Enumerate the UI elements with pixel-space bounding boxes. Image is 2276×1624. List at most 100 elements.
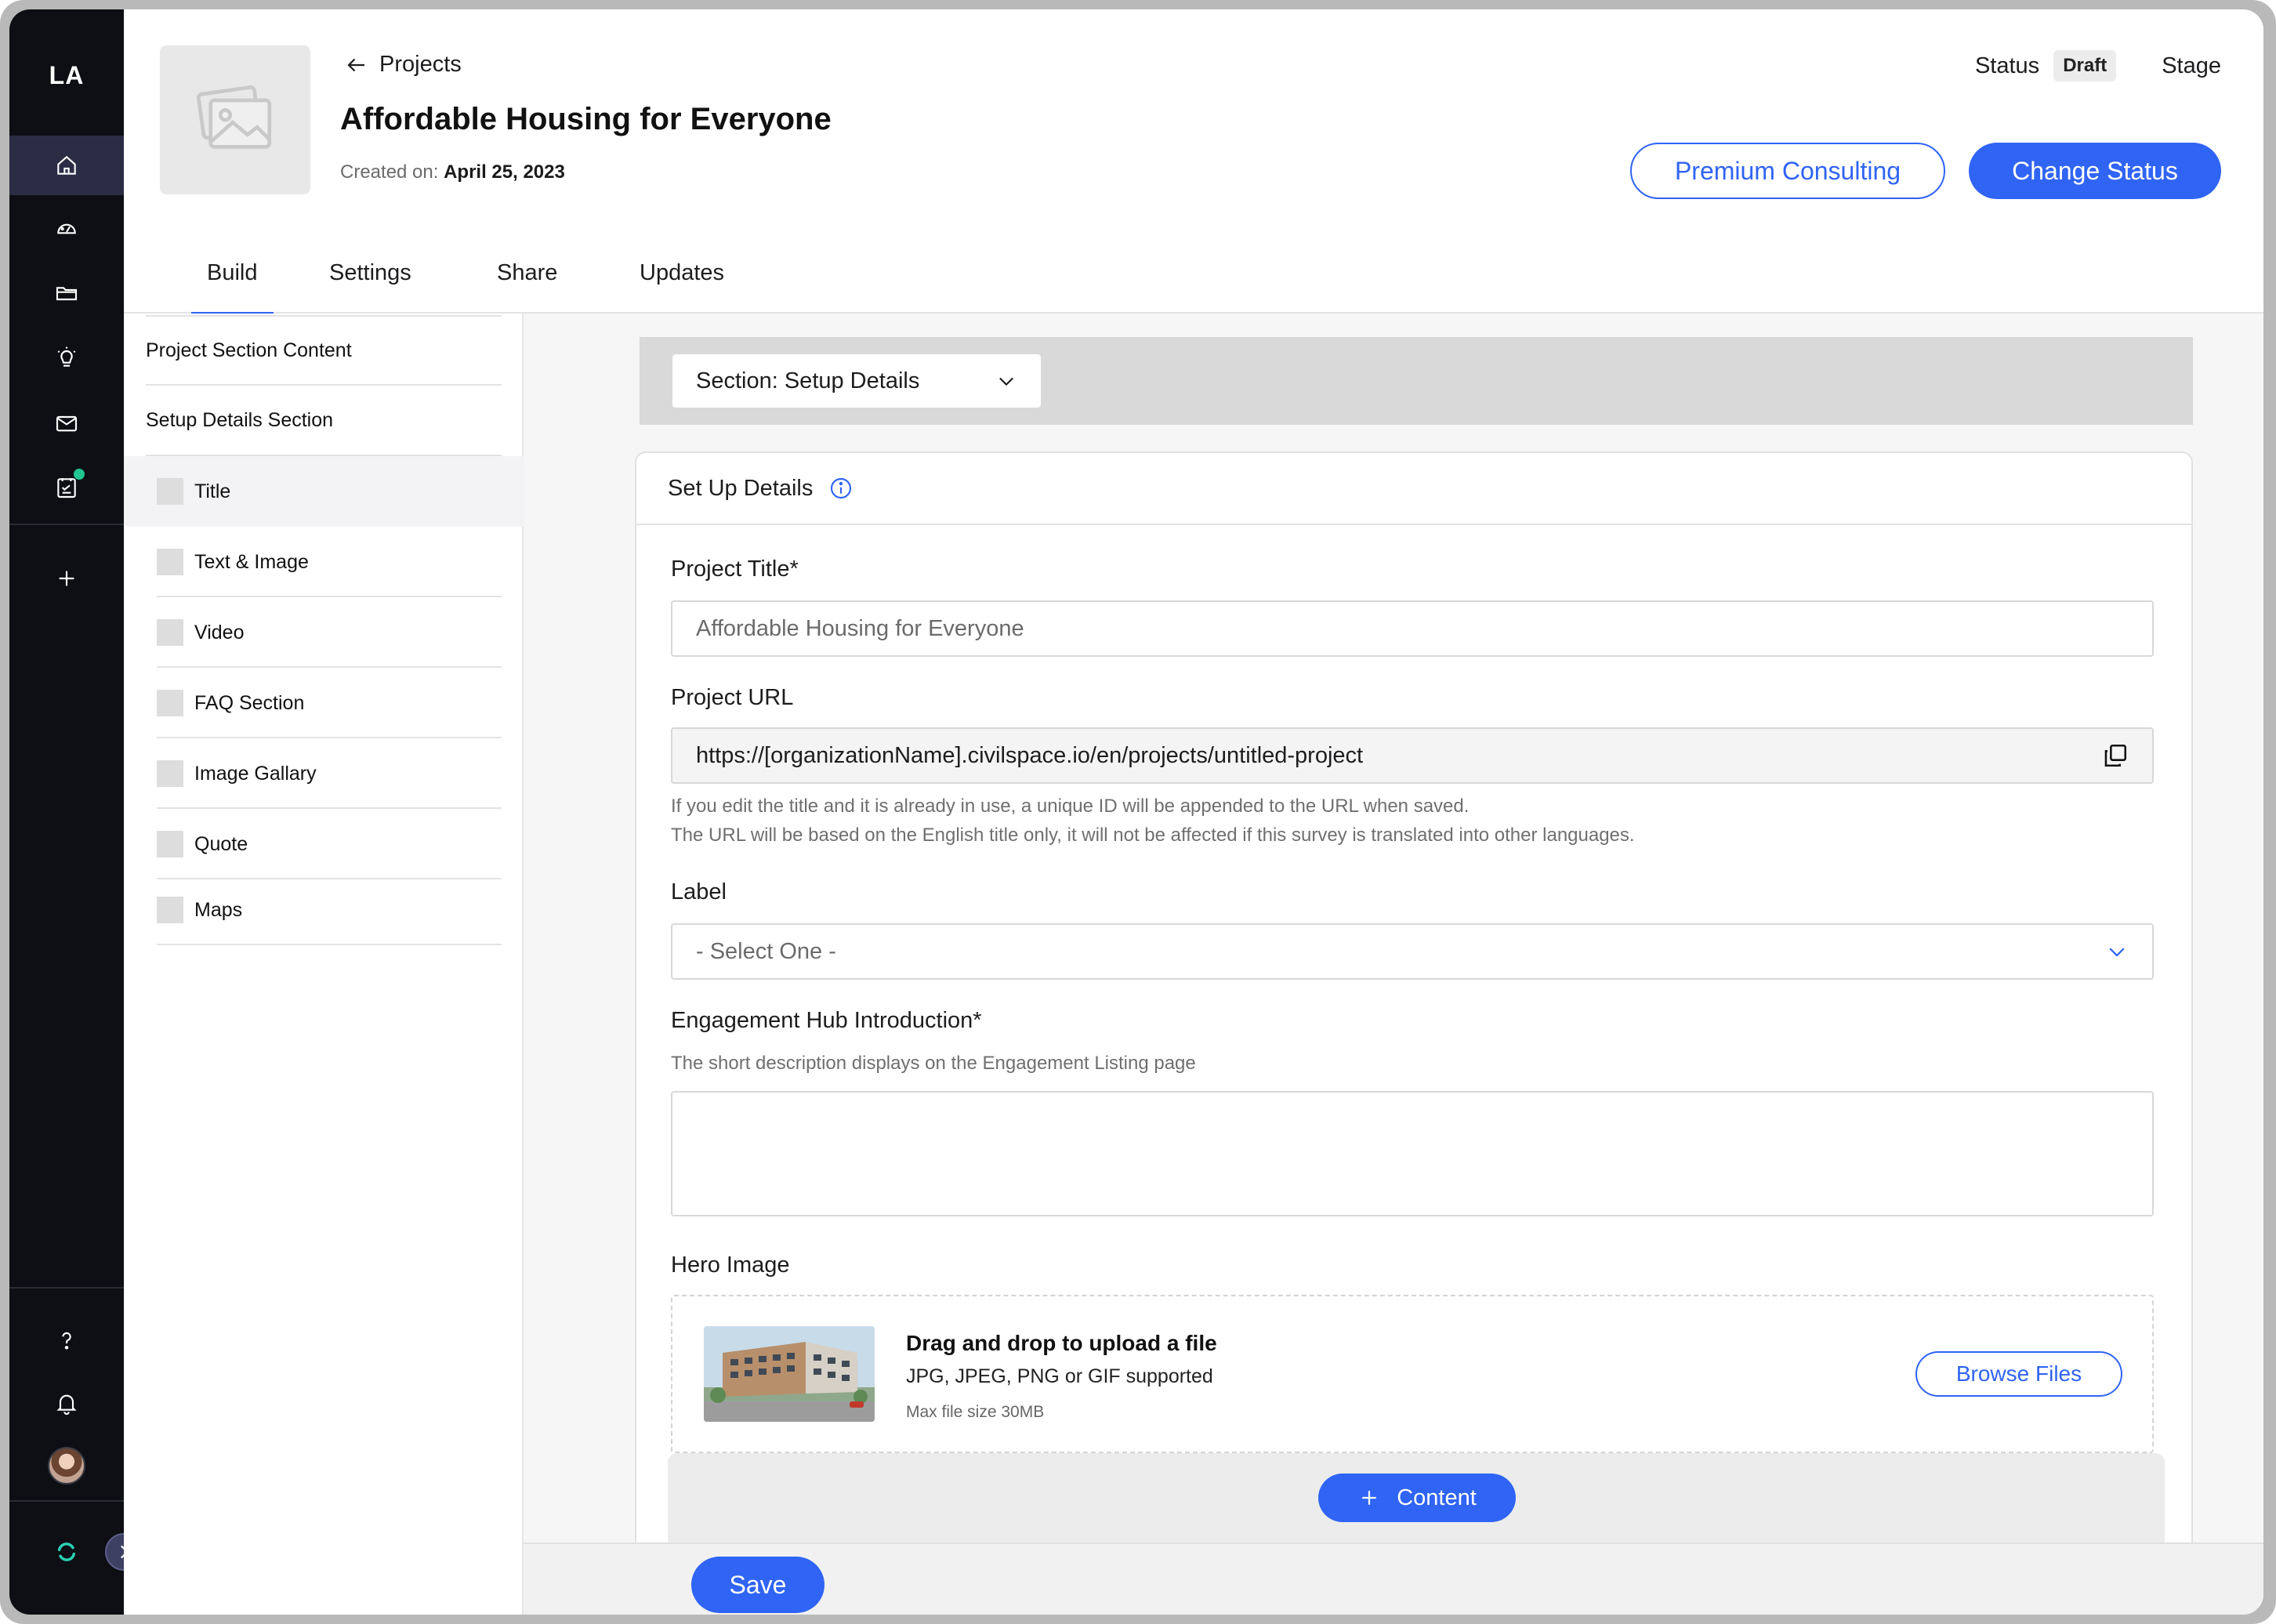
help-icon xyxy=(62,1332,71,1350)
mail-icon xyxy=(56,415,78,432)
created-date-value: April 25, 2023 xyxy=(444,161,565,183)
nav-ideas[interactable] xyxy=(9,328,124,387)
url-help-line-2: The URL will be based on the English tit… xyxy=(671,825,1635,846)
label-select-value: - Select One - xyxy=(696,938,836,964)
tab-updates[interactable]: Updates xyxy=(640,260,724,314)
project-thumbnail[interactable] xyxy=(160,45,310,194)
plus-icon xyxy=(1362,1491,1376,1505)
project-url-input[interactable]: https://[organizationName].civilspace.io… xyxy=(671,727,2154,784)
intro-label: Engagement Hub Introduction* xyxy=(671,1008,982,1033)
back-link-label: Projects xyxy=(379,52,462,77)
status-row: Status Draft Stage xyxy=(1975,50,2221,82)
setup-details-card: Set Up Details Project Title* Affordable… xyxy=(635,451,2193,1615)
image-placeholder-icon xyxy=(196,85,272,149)
block-icon xyxy=(157,897,183,923)
nav-surveys[interactable] xyxy=(9,458,124,517)
copy-icon[interactable] xyxy=(2102,742,2129,769)
section-heading-setup-details[interactable]: Setup Details Section xyxy=(146,386,502,456)
dropzone-title: Drag and drop to upload a file xyxy=(906,1331,1217,1355)
nav-projects[interactable] xyxy=(9,263,124,323)
url-help-text: If you edit the title and it is already … xyxy=(671,792,1635,850)
intro-help-text: The short description displays on the En… xyxy=(671,1053,1196,1074)
label-field-label: Label xyxy=(671,879,727,904)
dashboard-icon xyxy=(57,223,76,234)
list-item-video[interactable]: Video xyxy=(124,597,524,668)
folder-icon xyxy=(56,287,78,301)
premium-consulting-button[interactable]: Premium Consulting xyxy=(1630,143,1945,199)
label-select[interactable]: - Select One - xyxy=(671,923,2154,980)
divider xyxy=(157,944,502,945)
list-item-quote[interactable]: Quote xyxy=(124,809,524,879)
nav-profile[interactable] xyxy=(9,1436,124,1495)
project-title-value: Affordable Housing for Everyone xyxy=(696,615,1024,641)
change-status-button[interactable]: Change Status xyxy=(1969,143,2221,199)
intro-textarea[interactable] xyxy=(671,1091,2154,1216)
add-content-button[interactable]: Content xyxy=(1318,1474,1516,1522)
add-content-area: Content xyxy=(668,1453,2165,1547)
bell-icon xyxy=(56,1394,77,1415)
url-help-line-1: If you edit the title and it is already … xyxy=(671,796,1470,817)
chevron-down-icon xyxy=(2109,948,2125,957)
nav-home[interactable] xyxy=(9,136,124,195)
project-title-input[interactable]: Affordable Housing for Everyone xyxy=(671,600,2154,657)
tab-share[interactable]: Share xyxy=(497,260,557,314)
chevron-down-icon xyxy=(999,377,1013,386)
created-date: Created on: April 25, 2023 xyxy=(340,161,565,183)
nav-dashboard[interactable] xyxy=(9,199,124,259)
plus-icon xyxy=(59,571,74,586)
list-item-label: Maps xyxy=(194,898,243,921)
list-item-label: Quote xyxy=(194,832,248,855)
save-button[interactable]: Save xyxy=(691,1557,825,1613)
card-header: Set Up Details xyxy=(636,453,2191,525)
block-icon xyxy=(157,549,183,575)
project-url-label: Project URL xyxy=(671,685,794,710)
rail-divider xyxy=(9,1500,124,1502)
rail-divider xyxy=(9,524,124,525)
card-title: Set Up Details xyxy=(668,475,814,501)
nav-add[interactable] xyxy=(9,549,124,608)
list-item-title[interactable]: Title xyxy=(124,456,524,527)
block-icon xyxy=(157,619,183,646)
back-link[interactable]: Projects xyxy=(345,52,462,78)
block-icon xyxy=(157,831,183,857)
info-icon[interactable] xyxy=(828,476,854,501)
list-item-label: Title xyxy=(194,480,231,502)
dropzone-formats: JPG, JPEG, PNG or GIF supported xyxy=(906,1365,1213,1387)
avatar[interactable] xyxy=(48,1447,85,1484)
project-url-value: https://[organizationName].civilspace.io… xyxy=(696,742,1364,768)
arrow-left-icon xyxy=(347,58,364,71)
nav-notifications[interactable] xyxy=(9,1373,124,1433)
list-item-label: Text & Image xyxy=(194,550,309,573)
section-select[interactable]: Section: Setup Details xyxy=(672,354,1041,408)
org-logo[interactable]: LA xyxy=(9,61,124,90)
tab-bar: Build Settings Share Updates xyxy=(124,241,2263,315)
nav-messages[interactable] xyxy=(9,393,124,453)
list-item-maps[interactable]: Maps xyxy=(124,875,524,945)
hero-image-label: Hero Image xyxy=(671,1252,790,1278)
hero-image-preview xyxy=(704,1326,875,1422)
nav-help[interactable] xyxy=(9,1310,124,1370)
list-item-label: FAQ Section xyxy=(194,691,305,714)
list-item-label: Video xyxy=(194,621,245,643)
tab-settings[interactable]: Settings xyxy=(329,260,411,314)
block-icon xyxy=(157,760,183,787)
hero-image-dropzone[interactable]: Drag and drop to upload a file JPG, JPEG… xyxy=(671,1295,2154,1453)
main-content: Section: Setup Details Set Up Details Pr… xyxy=(524,314,2263,1615)
list-item-image-gallery[interactable]: Image Gallary xyxy=(124,738,524,809)
status-label: Status xyxy=(1974,53,2040,78)
list-item-text-image[interactable]: Text & Image xyxy=(124,527,524,597)
nav-rail: LA xyxy=(9,9,124,1615)
block-icon xyxy=(157,690,183,716)
dropzone-max-size: Max file size 30MB xyxy=(906,1403,1045,1421)
project-title-label: Project Title* xyxy=(671,556,799,582)
section-bar: Section: Setup Details xyxy=(640,337,2193,425)
home-icon xyxy=(57,155,76,175)
stage-label: Stage xyxy=(2162,53,2221,78)
browse-files-button[interactable]: Browse Files xyxy=(1915,1351,2122,1397)
rail-divider xyxy=(9,1287,124,1289)
list-item-faq[interactable]: FAQ Section xyxy=(124,668,524,738)
footer-bar: Save xyxy=(524,1542,2263,1615)
section-heading-project-content[interactable]: Project Section Content xyxy=(146,315,502,386)
page-title: Affordable Housing for Everyone xyxy=(340,102,832,136)
tab-build[interactable]: Build xyxy=(191,260,273,315)
